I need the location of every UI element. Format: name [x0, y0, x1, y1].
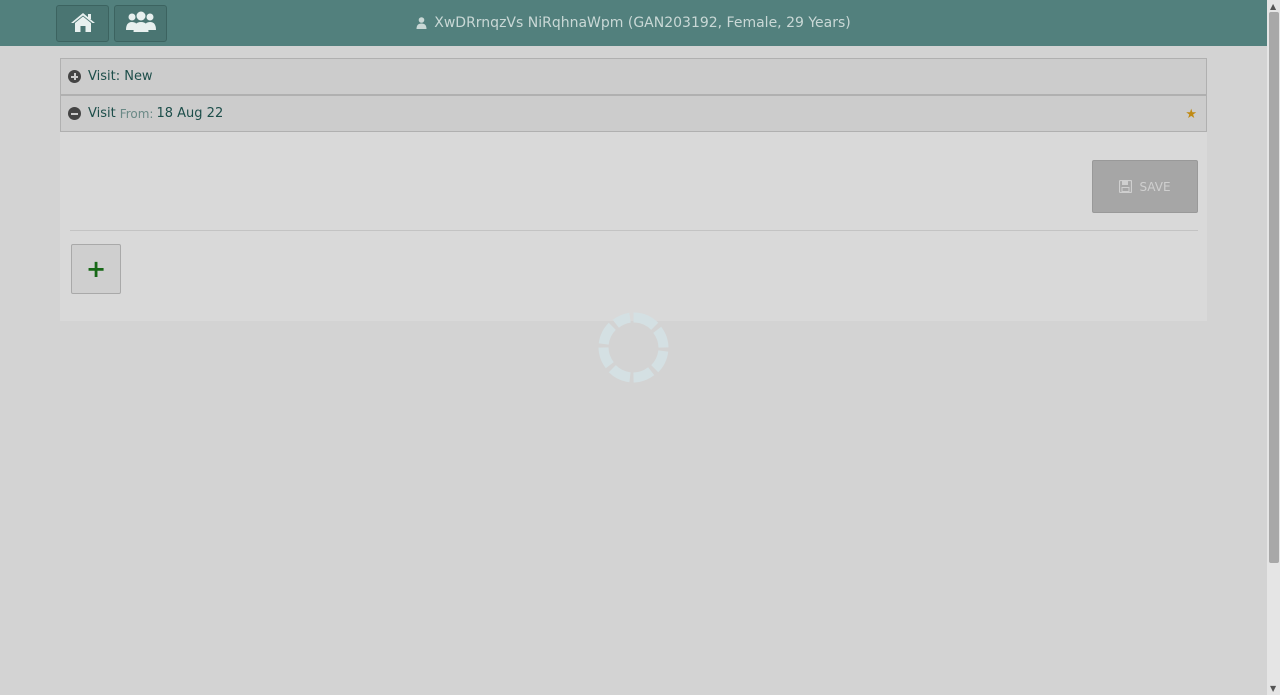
visit-from-date: 18 Aug 22: [156, 106, 224, 121]
plus-icon: +: [85, 255, 107, 283]
minus-circle-icon[interactable]: [68, 107, 81, 120]
visit-label: Visit: [88, 106, 116, 121]
scrollbar-thumb[interactable]: [1269, 12, 1279, 563]
loading-spinner: [597, 311, 670, 384]
patient-info-text: XwDRrnqzVs NiRqhnaWpm (GAN203192, Female…: [434, 15, 851, 31]
add-button[interactable]: +: [71, 244, 121, 294]
save-button[interactable]: SAVE: [1092, 160, 1198, 213]
app-header: XwDRrnqzVs NiRqhnaWpm (GAN203192, Female…: [0, 0, 1267, 46]
visit-header[interactable]: Visit From: 18 Aug 22 ★: [60, 95, 1207, 132]
visit-from-label: From:: [119, 106, 154, 121]
section-divider: [70, 230, 1198, 231]
visit-panel-body: [60, 132, 1207, 321]
visit-new-label: Visit: New: [88, 69, 153, 84]
save-label: SAVE: [1139, 179, 1171, 194]
person-icon: [416, 17, 427, 29]
floppy-disk-icon: [1119, 180, 1133, 193]
scroll-up-arrow-icon[interactable]: ▲: [1270, 2, 1276, 11]
scroll-down-arrow-icon[interactable]: ▼: [1270, 684, 1276, 693]
visit-new-header[interactable]: Visit: New: [60, 58, 1207, 95]
patient-info: XwDRrnqzVs NiRqhnaWpm (GAN203192, Female…: [0, 0, 1267, 46]
plus-circle-icon[interactable]: [68, 70, 81, 83]
star-icon[interactable]: ★: [1185, 107, 1197, 122]
